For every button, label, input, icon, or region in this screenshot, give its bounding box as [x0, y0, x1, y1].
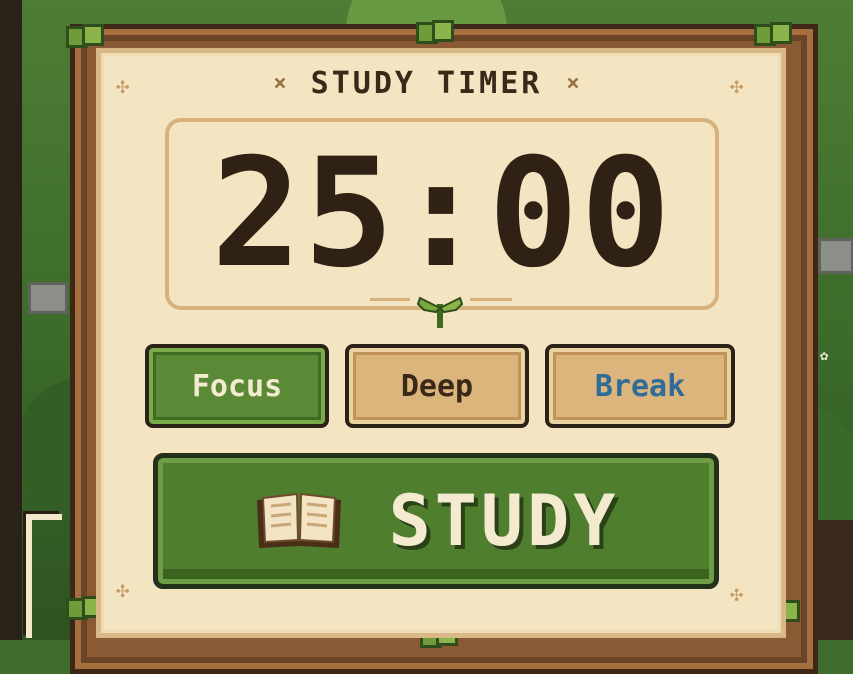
mode-deep-button[interactable]: Deep [345, 344, 529, 428]
timer-display-box: 25:00 [165, 118, 719, 310]
mode-focus-button[interactable]: Focus [145, 344, 329, 428]
divider-line [370, 298, 410, 301]
flower-decoration: ✿ [820, 348, 829, 364]
study-button[interactable]: STUDY [153, 453, 719, 589]
rock-decoration [28, 282, 68, 314]
rock-decoration [818, 238, 853, 274]
right-edge-shadow [813, 520, 853, 640]
leaf-icon [752, 18, 792, 48]
mode-break-button[interactable]: Break [545, 344, 735, 428]
leaf-icon [64, 20, 104, 50]
sparkle-icon: ✣ [116, 578, 130, 603]
title-row: × STUDY TIMER × [0, 66, 853, 101]
title-ornament-left: × [273, 71, 287, 96]
divider-line [470, 298, 512, 301]
title-ornament-right: × [566, 71, 580, 96]
sparkle-icon: ✣ [730, 582, 744, 607]
sprout-icon [416, 296, 464, 328]
timer-display: 25:00 [211, 127, 673, 301]
page-title: STUDY TIMER [310, 66, 543, 101]
corner-bracket-decoration [26, 514, 62, 638]
study-button-label: STUDY [388, 480, 620, 562]
open-book-icon [256, 492, 341, 548]
leaf-icon [414, 16, 454, 46]
